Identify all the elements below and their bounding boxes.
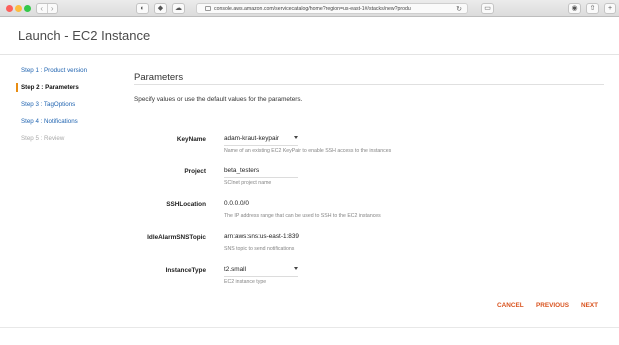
new-tab-button[interactable]: +	[604, 3, 616, 14]
chevron-down-icon	[294, 267, 298, 270]
cancel-button[interactable]: CANCEL	[497, 302, 524, 309]
extension-icon[interactable]: ◆	[154, 3, 167, 14]
param-label: Project	[184, 168, 206, 175]
sshlocation-input[interactable]: 0.0.0.0/0	[224, 200, 298, 210]
step-notifications[interactable]: Step 4 : Notifications	[18, 117, 87, 134]
reload-icon[interactable]: ↻	[456, 5, 462, 13]
step-product-version[interactable]: Step 1 : Product version	[18, 66, 87, 83]
lock-icon	[205, 6, 211, 11]
step-tagoptions[interactable]: Step 3 : TagOptions	[18, 100, 87, 117]
idlealarmsnstopic-input[interactable]: arn:aws:sns:us-east-1:839	[224, 233, 299, 243]
section-title: Parameters	[134, 72, 184, 83]
back-button[interactable]: ‹	[37, 4, 47, 13]
keyname-value: adam-kraut-keypair	[224, 135, 280, 142]
url-text: console.aws.amazon.com/servicecatalog/ho…	[214, 5, 411, 12]
history-navigation: ‹ ›	[36, 3, 58, 14]
header-divider	[0, 54, 619, 55]
previous-button[interactable]: PREVIOUS	[536, 302, 569, 309]
zoom-window-button[interactable]	[24, 5, 31, 12]
footer-divider	[0, 327, 619, 328]
wizard-steps: Step 1 : Product version Step 2 : Parame…	[15, 66, 87, 151]
step-parameters: Step 2 : Parameters	[15, 83, 87, 100]
address-bar[interactable]: console.aws.amazon.com/servicecatalog/ho…	[196, 3, 468, 14]
keyname-select[interactable]: adam-kraut-keypair	[224, 135, 298, 146]
instancetype-select[interactable]: t2.small	[224, 266, 298, 277]
share-icon[interactable]: ⇧	[586, 3, 599, 14]
next-button[interactable]: NEXT	[581, 302, 598, 309]
step-review: Step 5 : Review	[21, 135, 65, 142]
param-label: IdleAlarmSNSTopic	[147, 234, 206, 241]
minimize-window-button[interactable]	[15, 5, 22, 12]
instancetype-value: t2.small	[224, 266, 247, 273]
param-label: InstanceType	[165, 267, 206, 274]
privacy-icon[interactable]: ◐	[136, 3, 149, 14]
reader-icon[interactable]: ▭	[481, 3, 494, 14]
param-label: KeyName	[176, 136, 206, 143]
page-title: Launch - EC2 Instance	[18, 28, 151, 43]
cloud-icon[interactable]: ☁	[172, 3, 185, 14]
section-divider	[134, 84, 604, 85]
param-help: EC2 instance type	[224, 279, 267, 285]
chevron-down-icon	[294, 136, 298, 139]
param-help: The IP address range that can be used to…	[224, 213, 381, 219]
param-help: SNS topic to send notifications	[224, 246, 295, 252]
param-help: SCInet project name	[224, 180, 272, 186]
close-window-button[interactable]	[6, 5, 13, 12]
param-help: Name of an existing EC2 KeyPair to enabl…	[224, 148, 392, 154]
browser-toolbar: ‹ › ◐ ◆ ☁ console.aws.amazon.com/service…	[0, 0, 619, 17]
project-input[interactable]: beta_testers	[224, 167, 298, 178]
downloads-icon[interactable]: ◉	[568, 3, 581, 14]
param-label: SSHLocation	[166, 201, 206, 208]
forward-button[interactable]: ›	[46, 4, 58, 13]
instructions-text: Specify values or use the default values…	[134, 96, 303, 103]
